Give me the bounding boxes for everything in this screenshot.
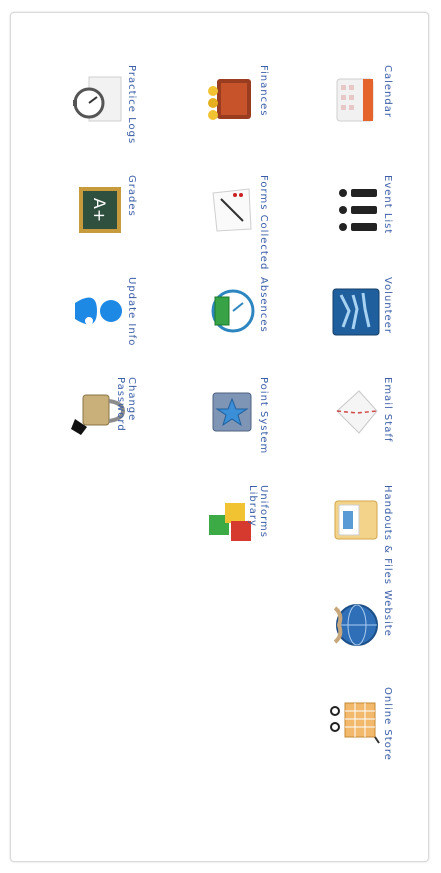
menu-label-uniforms-library: Uniforms Library bbox=[247, 485, 269, 538]
menu-item-event-list[interactable]: Event List bbox=[297, 173, 427, 283]
menu-label-online-store: Online Store bbox=[382, 687, 393, 761]
menu-label-change-password: Change Password bbox=[115, 377, 137, 432]
menu-item-grades[interactable]: A+ Grades bbox=[41, 173, 171, 283]
menu-item-change-password[interactable]: Change Password bbox=[41, 375, 171, 485]
menu-label-update-info: Update Info bbox=[126, 277, 137, 347]
menu-item-volunteer[interactable]: Volunteer bbox=[297, 275, 427, 385]
menu-label-point-system: Point System bbox=[258, 377, 269, 455]
menu-label-event-list: Event List bbox=[382, 175, 393, 235]
menu-item-finances[interactable]: Finances bbox=[173, 63, 303, 173]
menu-item-practice-logs[interactable]: Practice Logs bbox=[41, 63, 171, 173]
app-menu-panel: Calendar Event List Volunteer Email Staf… bbox=[10, 12, 429, 862]
menu-item-email-staff[interactable]: Email Staff bbox=[297, 375, 427, 485]
menu-item-absences[interactable]: Absences bbox=[173, 275, 303, 385]
menu-item-website[interactable]: Website bbox=[297, 588, 427, 698]
menu-item-uniforms-library[interactable]: Uniforms Library bbox=[173, 483, 303, 593]
menu-item-update-info[interactable]: Update Info bbox=[41, 275, 171, 385]
menu-label-absences: Absences bbox=[258, 277, 269, 333]
menu-label-email-staff: Email Staff bbox=[382, 377, 393, 443]
menu-label-volunteer: Volunteer bbox=[382, 277, 393, 334]
menu-label-finances: Finances bbox=[258, 65, 269, 117]
menu-item-handouts-files[interactable]: Handouts & Files bbox=[297, 483, 427, 593]
menu-label-grades: Grades bbox=[126, 175, 137, 217]
menu-label-calendar: Calendar bbox=[382, 65, 393, 118]
svg-text:A+: A+ bbox=[90, 198, 109, 222]
menu-item-online-store[interactable]: Online Store bbox=[297, 685, 427, 795]
menu-item-forms-collected[interactable]: Forms Collected bbox=[173, 173, 303, 283]
menu-item-point-system[interactable]: Point System bbox=[173, 375, 303, 485]
menu-item-calendar[interactable]: Calendar bbox=[297, 63, 427, 173]
menu-label-handouts-files: Handouts & Files bbox=[382, 485, 393, 586]
menu-label-forms-collected: Forms Collected bbox=[258, 175, 269, 271]
menu-label-practice-logs: Practice Logs bbox=[126, 65, 137, 145]
